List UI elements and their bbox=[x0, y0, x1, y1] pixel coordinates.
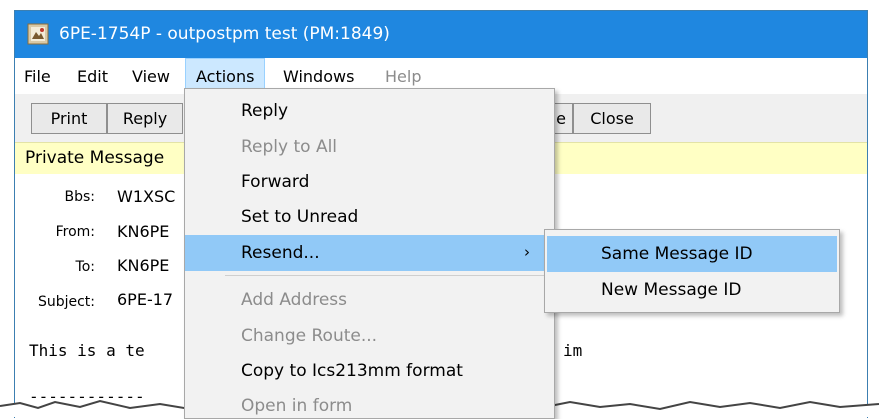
close-button[interactable]: Close bbox=[573, 103, 651, 134]
actions-copy-ics213mm-item[interactable]: Copy to Ics213mm format bbox=[185, 353, 554, 389]
new-message-id-item[interactable]: New Message ID bbox=[547, 272, 837, 308]
title-bar[interactable]: 6PE-1754P - outpostpm test (PM:1849) bbox=[15, 11, 867, 58]
menu-view[interactable]: View bbox=[132, 67, 170, 86]
app-document-icon bbox=[27, 23, 49, 45]
banner-text: Private Message bbox=[25, 148, 165, 168]
actions-forward-label: Forward bbox=[241, 172, 310, 192]
window-title: 6PE-1754P - outpostpm test (PM:1849) bbox=[59, 24, 390, 44]
actions-copy-ics213mm-label: Copy to Ics213mm format bbox=[241, 361, 463, 381]
reply-button[interactable]: Reply bbox=[107, 103, 183, 134]
actions-set-unread-item[interactable]: Set to Unread bbox=[185, 199, 554, 235]
message-body-line[interactable]: This is a te bbox=[29, 341, 145, 360]
actions-reply-item[interactable]: Reply bbox=[185, 93, 554, 129]
actions-add-address-item[interactable]: Add Address bbox=[185, 282, 554, 318]
bbs-value[interactable]: W1XSC bbox=[117, 187, 175, 206]
message-body-line-tail[interactable]: im bbox=[563, 341, 582, 360]
actions-reply-label: Reply bbox=[241, 101, 289, 121]
to-label: To: bbox=[75, 259, 95, 275]
actions-open-in-form-item[interactable]: Open in form bbox=[185, 388, 554, 418]
actions-reply-all-item[interactable]: Reply to All bbox=[185, 129, 554, 165]
actions-dropdown-menu: Reply Reply to All Forward Set to Unread… bbox=[184, 88, 555, 419]
menu-separator bbox=[225, 275, 550, 276]
menu-help[interactable]: Help bbox=[385, 67, 421, 86]
same-message-id-item[interactable]: Same Message ID bbox=[547, 236, 837, 272]
actions-reply-all-label: Reply to All bbox=[241, 137, 338, 157]
print-button[interactable]: Print bbox=[31, 103, 107, 134]
new-message-id-label: New Message ID bbox=[601, 280, 742, 300]
same-message-id-label: Same Message ID bbox=[601, 244, 753, 264]
actions-resend-item[interactable]: Resend... › bbox=[185, 235, 554, 271]
subject-label: Subject: bbox=[37, 294, 95, 310]
actions-open-in-form-label: Open in form bbox=[241, 396, 353, 416]
actions-change-route-label: Change Route... bbox=[241, 326, 378, 346]
from-label: From: bbox=[55, 224, 95, 240]
resend-submenu: Same Message ID New Message ID bbox=[544, 229, 840, 313]
to-value[interactable]: KN6PE bbox=[117, 256, 169, 275]
actions-add-address-label: Add Address bbox=[241, 290, 348, 310]
menu-windows[interactable]: Windows bbox=[283, 67, 354, 86]
bbs-label: Bbs: bbox=[64, 189, 95, 205]
subject-value[interactable]: 6PE-17 bbox=[117, 290, 173, 309]
menu-edit[interactable]: Edit bbox=[77, 67, 108, 86]
actions-change-route-item[interactable]: Change Route... bbox=[185, 318, 554, 354]
from-value[interactable]: KN6PE bbox=[117, 222, 169, 241]
actions-resend-label: Resend... bbox=[241, 243, 320, 263]
actions-set-unread-label: Set to Unread bbox=[241, 207, 359, 227]
chevron-right-icon: › bbox=[524, 243, 530, 261]
actions-forward-item[interactable]: Forward bbox=[185, 164, 554, 200]
menu-file[interactable]: File bbox=[24, 67, 51, 86]
